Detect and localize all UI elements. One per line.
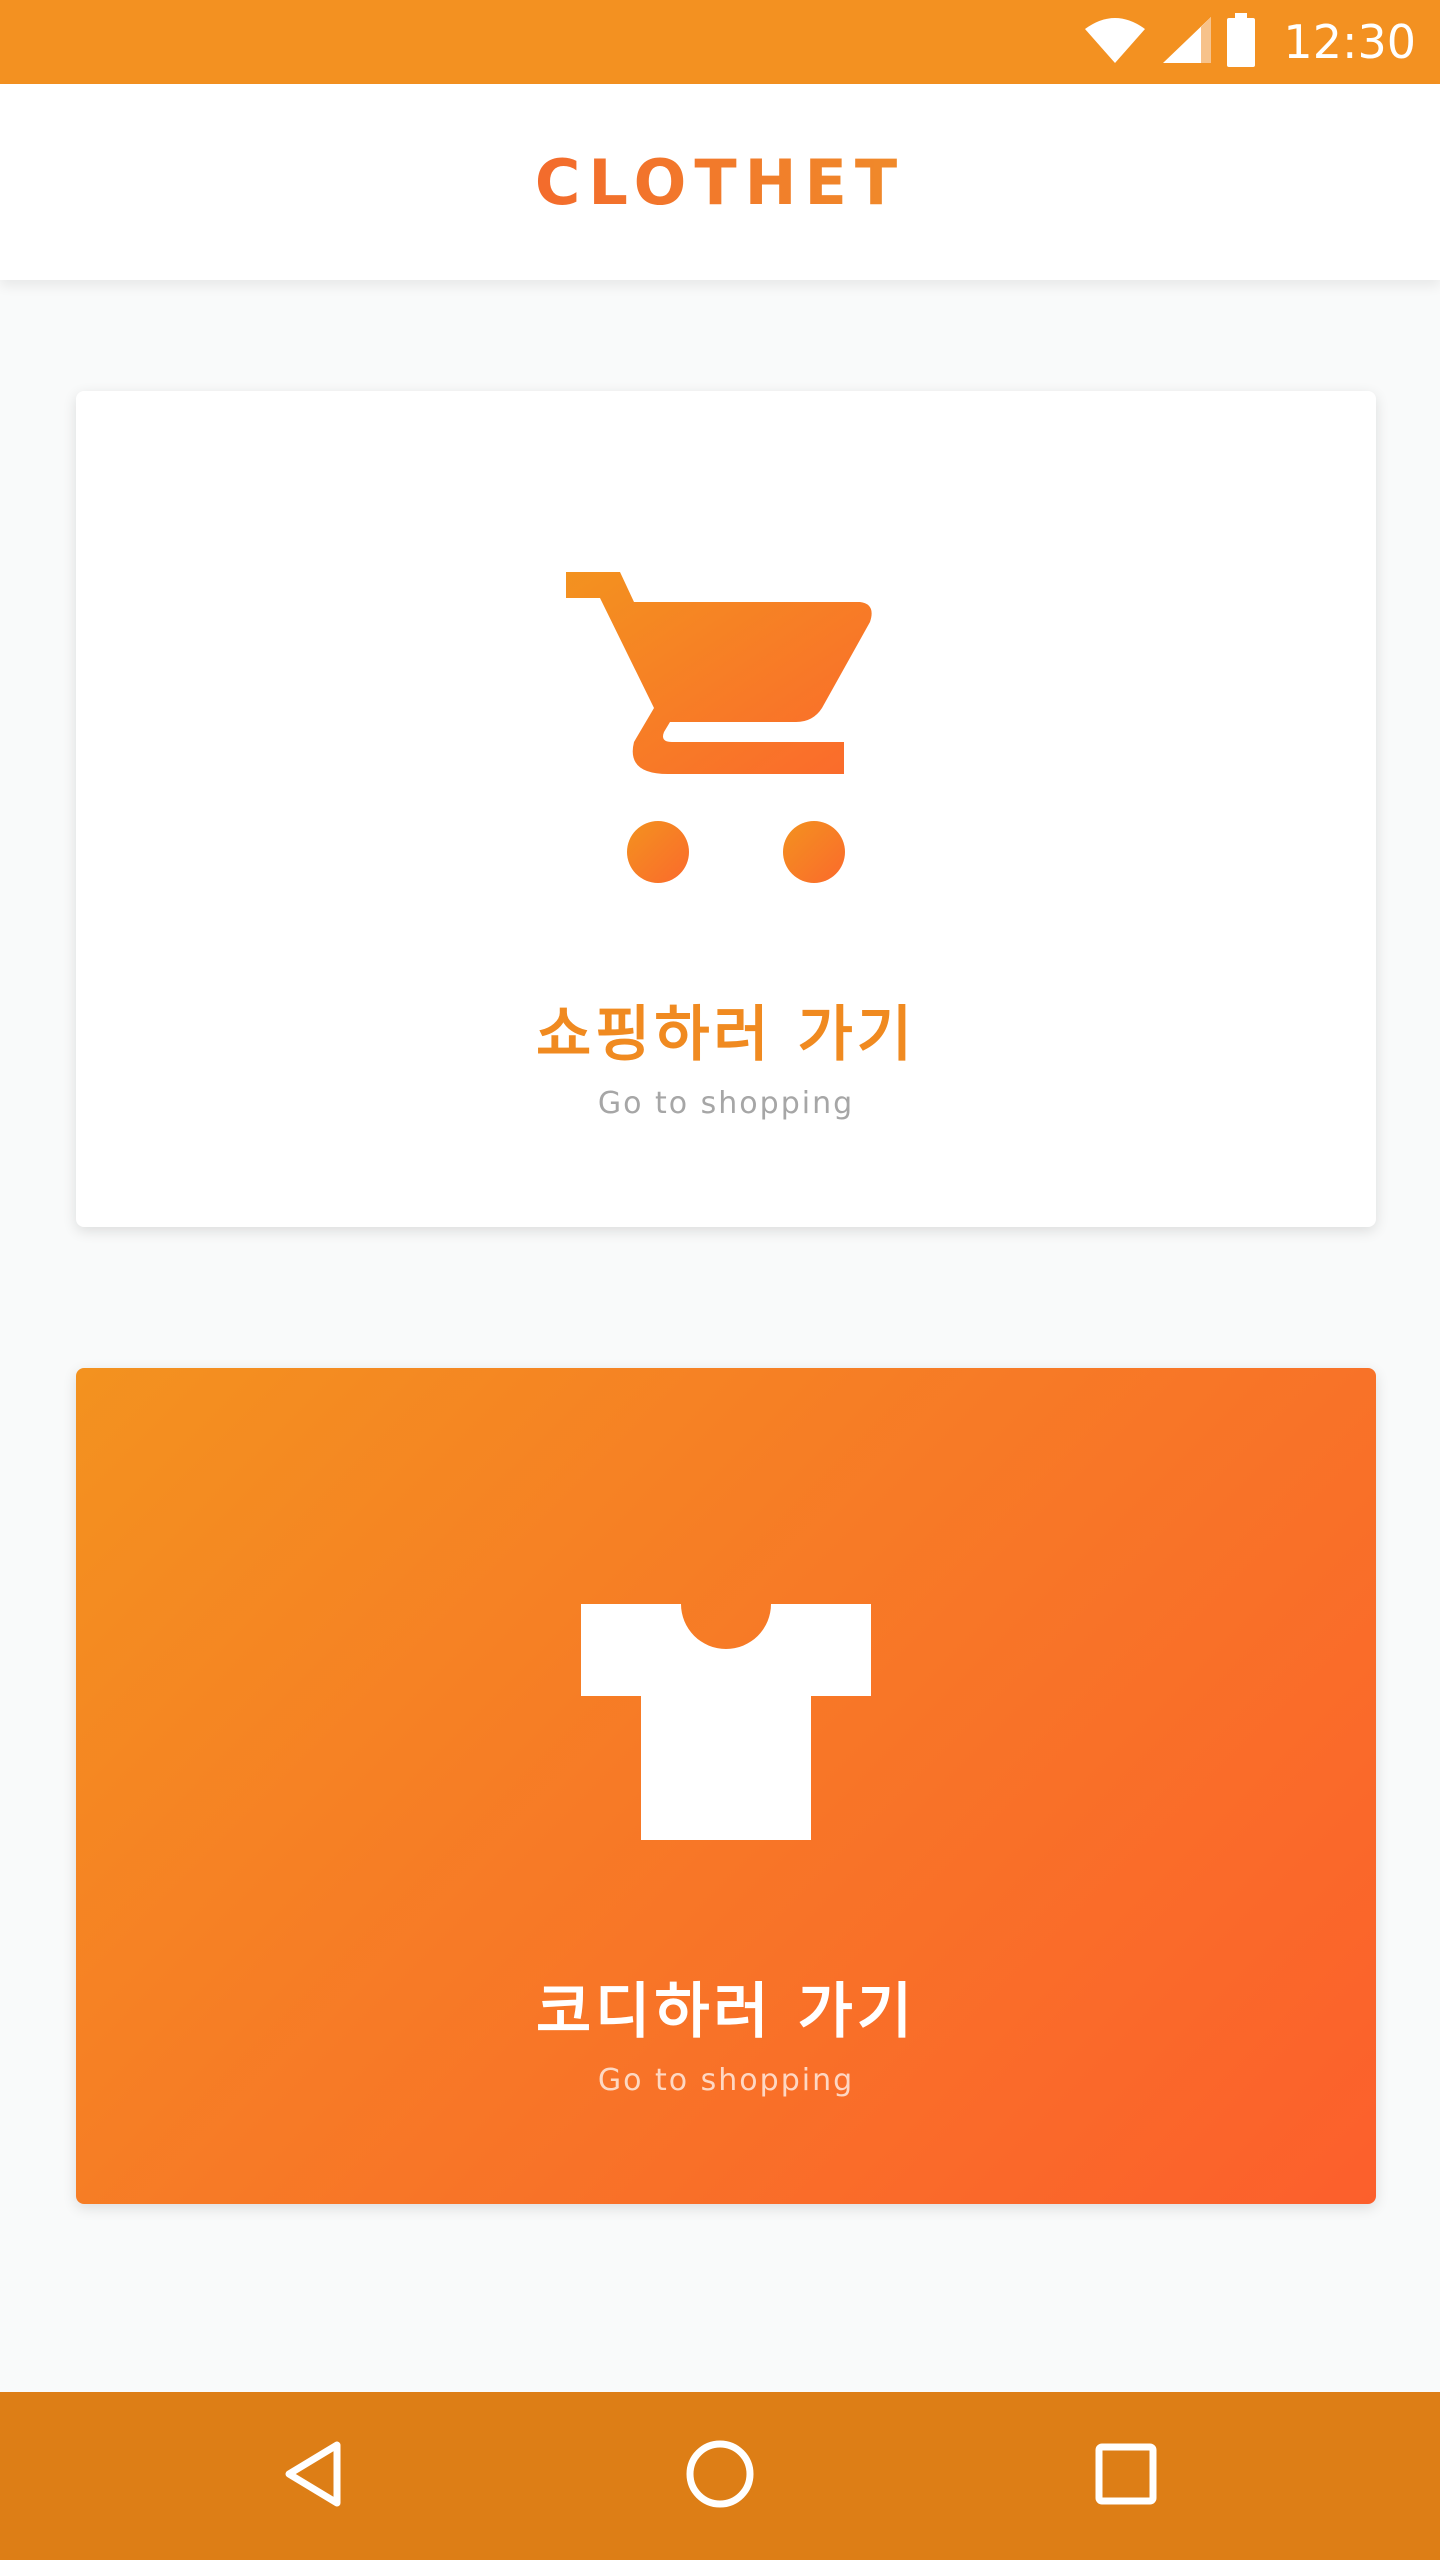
back-icon bbox=[281, 2439, 351, 2513]
back-button[interactable] bbox=[236, 2392, 396, 2560]
cellular-signal-icon bbox=[1161, 15, 1213, 69]
recents-button[interactable] bbox=[1046, 2392, 1206, 2560]
shopping-cart-icon bbox=[566, 572, 886, 896]
app-bar: CLOTHET bbox=[0, 84, 1440, 280]
go-shopping-card[interactable]: 쇼핑하러 가기 Go to shopping bbox=[76, 391, 1376, 1227]
go-shopping-subtitle: Go to shopping bbox=[597, 1086, 855, 1121]
home-icon bbox=[684, 2438, 756, 2514]
navigation-bar bbox=[0, 2392, 1440, 2560]
go-coordinate-title: 코디하러 가기 bbox=[535, 1977, 917, 2047]
app-logo: CLOTHET bbox=[534, 145, 906, 219]
home-button[interactable] bbox=[640, 2392, 800, 2560]
recents-icon bbox=[1094, 2442, 1158, 2510]
go-coordinate-card[interactable]: 코디하러 가기 Go to shopping bbox=[76, 1368, 1376, 2204]
battery-icon bbox=[1227, 13, 1256, 71]
status-icons: 12:30 bbox=[1083, 0, 1416, 84]
status-time: 12:30 bbox=[1283, 15, 1416, 69]
status-bar: 12:30 bbox=[0, 0, 1440, 84]
t-shirt-icon bbox=[581, 1604, 871, 1848]
go-shopping-title: 쇼핑하러 가기 bbox=[535, 1000, 917, 1070]
go-coordinate-subtitle: Go to shopping bbox=[597, 2063, 855, 2098]
wifi-icon bbox=[1083, 15, 1147, 69]
